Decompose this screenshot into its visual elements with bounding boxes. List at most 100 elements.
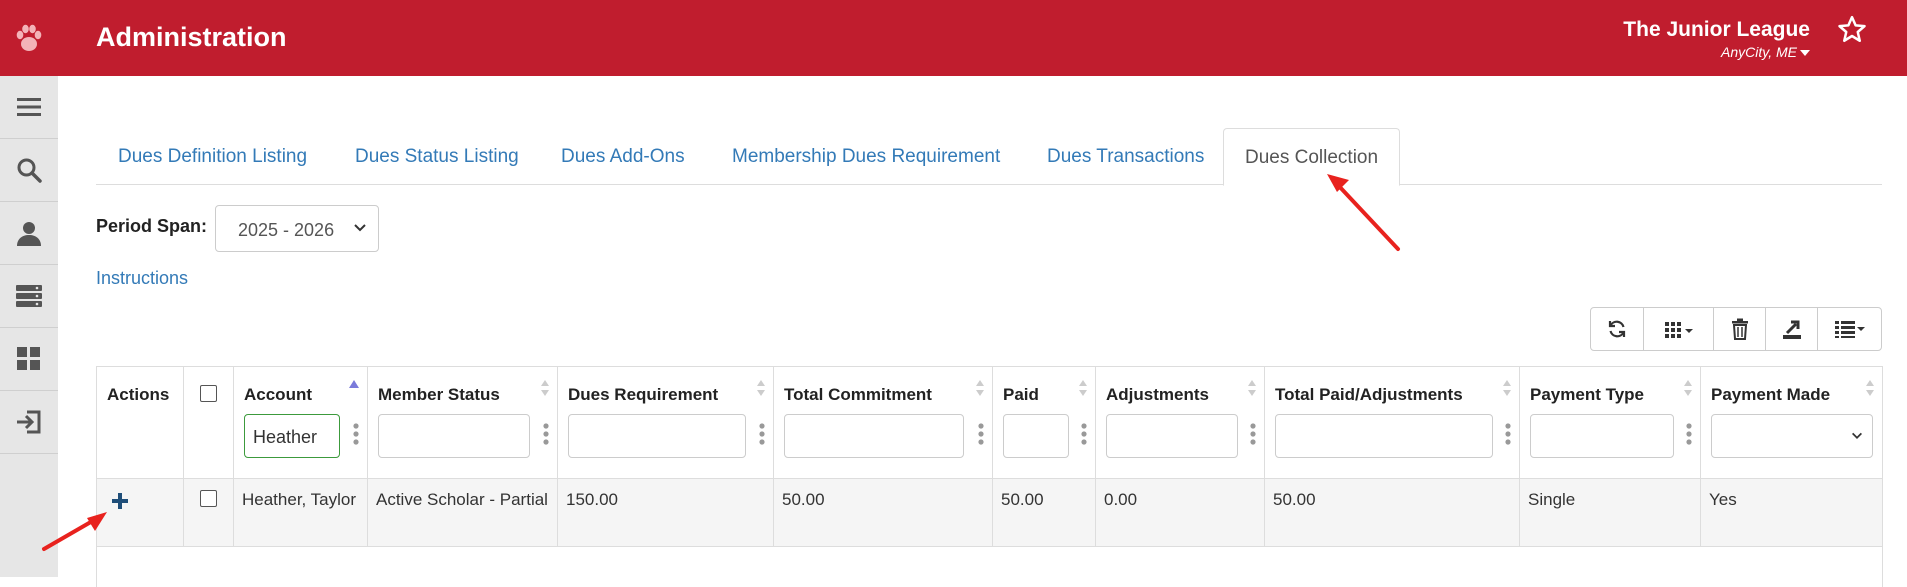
paid-filter-input[interactable] — [1003, 414, 1069, 458]
app-title: Administration — [96, 22, 287, 52]
kebab-icon[interactable] — [978, 423, 984, 445]
sidebar-item-dashboard[interactable] — [0, 328, 58, 391]
columns-icon — [1664, 322, 1693, 338]
sort-icon[interactable] — [975, 379, 985, 397]
export-icon — [1782, 320, 1801, 339]
tab-dues-collection[interactable]: Dues Collection — [1223, 128, 1401, 186]
col-select-all — [183, 366, 234, 479]
list-options-button[interactable] — [1818, 308, 1881, 350]
expand-plus-icon[interactable] — [111, 492, 129, 510]
dashboard-icon — [17, 347, 40, 370]
kebab-icon[interactable] — [353, 423, 359, 445]
org-name: The Junior League — [1623, 18, 1810, 41]
sort-asc-icon[interactable] — [348, 379, 360, 389]
sort-icon[interactable] — [1683, 379, 1693, 397]
caret-down-icon — [1800, 49, 1810, 56]
tab-bar: Dues Definition Listing Dues Status List… — [96, 128, 1882, 186]
menu-icon — [17, 98, 41, 116]
total-paid-adjustments-filter-input[interactable] — [1275, 414, 1493, 458]
sidebar-item-user[interactable] — [0, 202, 58, 265]
list-icon — [1834, 321, 1865, 338]
col-member-status[interactable]: Member Status — [367, 366, 558, 479]
col-header-label: Adjustments — [1106, 385, 1209, 404]
sidebar-item-menu[interactable] — [0, 76, 58, 139]
user-icon — [17, 222, 41, 246]
refresh-icon — [1608, 320, 1626, 338]
org-city: AnyCity, ME — [1721, 44, 1797, 60]
sidebar-item-server[interactable] — [0, 265, 58, 328]
sidebar-item-logout[interactable] — [0, 391, 58, 454]
dues-collection-table: Actions Account Heather Member Status Du… — [96, 366, 1883, 587]
export-button[interactable] — [1766, 308, 1818, 350]
kebab-icon[interactable] — [1081, 423, 1087, 445]
trash-icon — [1731, 318, 1748, 340]
sidebar — [0, 76, 58, 577]
instructions-link[interactable]: Instructions — [96, 268, 188, 289]
period-span-value: 2025 - 2026 — [238, 220, 335, 240]
col-payment-type[interactable]: Payment Type — [1519, 366, 1701, 479]
account-filter-input[interactable]: Heather — [244, 414, 340, 458]
cell-total-commitment: 50.00 — [773, 478, 993, 547]
dues-requirement-filter-input[interactable] — [568, 414, 746, 458]
cell-paid: 50.00 — [992, 478, 1096, 547]
kebab-icon[interactable] — [759, 423, 765, 445]
refresh-button[interactable] — [1591, 308, 1644, 350]
search-icon — [17, 158, 42, 183]
table-row: Heather, Taylor Active Scholar - Partial… — [96, 478, 1883, 547]
org-switcher[interactable]: The Junior League AnyCity, ME — [1623, 18, 1810, 62]
payment-type-filter-input[interactable] — [1530, 414, 1674, 458]
tab-dues-definition-listing[interactable]: Dues Definition Listing — [118, 128, 307, 185]
sort-icon[interactable] — [1865, 379, 1875, 397]
star-icon[interactable] — [1837, 14, 1867, 49]
kebab-icon[interactable] — [543, 423, 549, 445]
col-header-label: Paid — [1003, 385, 1039, 404]
tab-dues-status-listing[interactable]: Dues Status Listing — [355, 128, 519, 185]
col-header-label: Dues Requirement — [568, 385, 719, 404]
select-all-checkbox[interactable] — [200, 385, 217, 402]
col-total-commitment[interactable]: Total Commitment — [773, 366, 993, 479]
period-span-select[interactable]: 2025 - 2026 — [215, 205, 379, 252]
annotation-arrow-tab — [1335, 182, 1400, 251]
col-header-label: Total Commitment — [784, 385, 932, 404]
cell-member-status: Active Scholar - Partial — [367, 478, 558, 547]
kebab-icon[interactable] — [1250, 423, 1256, 445]
col-account[interactable]: Account Heather — [233, 366, 368, 479]
payment-made-filter-select[interactable] — [1711, 414, 1873, 458]
cell-adjustments[interactable]: 0.00 — [1095, 478, 1265, 547]
sort-icon[interactable] — [1502, 379, 1512, 397]
col-total-paid-adjustments[interactable]: Total Paid/Adjustments — [1264, 366, 1520, 479]
kebab-icon[interactable] — [1505, 423, 1511, 445]
sort-icon[interactable] — [1078, 379, 1088, 397]
row-checkbox[interactable] — [200, 490, 217, 507]
chevron-down-icon — [1852, 432, 1862, 439]
paw-logo-icon[interactable] — [0, 0, 58, 76]
row-actions — [96, 478, 184, 547]
col-header-label: Payment Made — [1711, 385, 1831, 404]
member-status-filter-input[interactable] — [378, 414, 530, 458]
sort-icon[interactable] — [540, 379, 550, 397]
cell-dues-requirement: 150.00 — [557, 478, 774, 547]
total-commitment-filter-input[interactable] — [784, 414, 964, 458]
col-paid[interactable]: Paid — [992, 366, 1096, 479]
delete-button[interactable] — [1714, 308, 1766, 350]
adjustments-filter-input[interactable] — [1106, 414, 1238, 458]
row-select — [183, 478, 234, 547]
sidebar-item-search[interactable] — [0, 139, 58, 202]
kebab-icon[interactable] — [1686, 423, 1692, 445]
cell-payment-type: Single — [1519, 478, 1701, 547]
columns-button[interactable] — [1644, 308, 1714, 350]
col-payment-made[interactable]: Payment Made — [1700, 366, 1883, 479]
sort-icon[interactable] — [756, 379, 766, 397]
col-dues-requirement[interactable]: Dues Requirement — [557, 366, 774, 479]
sort-icon[interactable] — [1247, 379, 1257, 397]
col-header-label: Actions — [107, 385, 170, 404]
tab-dues-add-ons[interactable]: Dues Add-Ons — [561, 128, 685, 185]
col-adjustments[interactable]: Adjustments — [1095, 366, 1265, 479]
col-header-label: Total Paid/Adjustments — [1275, 385, 1463, 404]
table-toolbar — [1590, 307, 1882, 351]
tab-dues-transactions[interactable]: Dues Transactions — [1047, 128, 1204, 185]
col-header-label: Account — [244, 385, 312, 404]
table-header-row: Actions Account Heather Member Status Du… — [96, 366, 1883, 479]
cell-account[interactable]: Heather, Taylor — [233, 478, 368, 547]
tab-membership-dues-requirement[interactable]: Membership Dues Requirement — [732, 128, 1000, 185]
